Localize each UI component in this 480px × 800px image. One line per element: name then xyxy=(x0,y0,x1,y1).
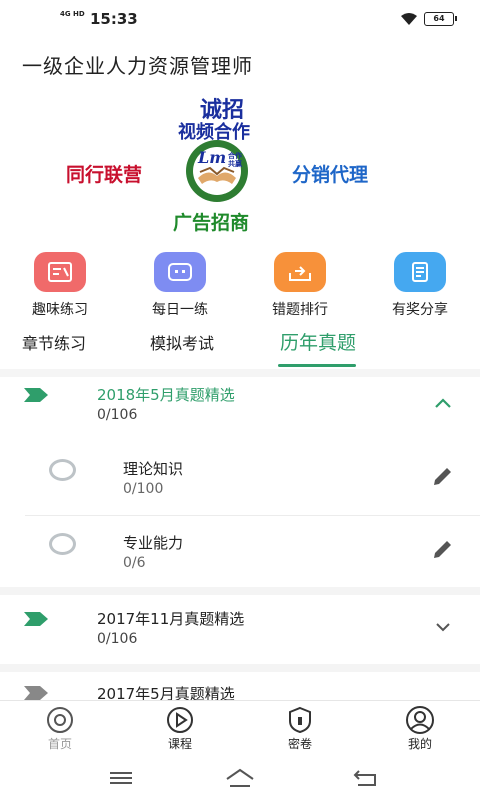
item-title: 专业能力 xyxy=(123,534,184,552)
progress-circle-icon xyxy=(49,533,76,555)
system-navigation-bar xyxy=(0,756,480,800)
lock-shield-icon xyxy=(289,706,311,734)
shortcut-label: 趣味练习 xyxy=(32,302,88,318)
tab-chapter-practice[interactable]: 章节练习 xyxy=(22,330,86,354)
play-icon xyxy=(167,707,193,733)
fun-practice-icon xyxy=(34,252,86,292)
menu-icon[interactable] xyxy=(108,770,134,786)
promo-banner[interactable]: 诚招 视频合作 同行联营 分销代理 广告招商 Lm 合作共赢 xyxy=(60,88,420,238)
nav-label: 密卷 xyxy=(287,737,312,751)
section-count: 0/106 xyxy=(97,631,138,647)
shortcut-fun-practice[interactable]: 趣味练习 xyxy=(5,252,115,318)
section-header-2017-11[interactable]: 2017年11月真题精选 0/106 xyxy=(0,597,480,661)
nav-label: 我的 xyxy=(407,737,432,751)
active-tab-indicator xyxy=(278,364,356,367)
nav-course[interactable]: 课程 xyxy=(120,701,240,757)
chevron-up-icon[interactable] xyxy=(434,397,452,409)
divider xyxy=(0,587,480,595)
section-header-2018-05[interactable]: 2018年5月真题精选 0/106 xyxy=(0,377,480,437)
item-title: 理论知识 xyxy=(123,460,184,478)
wrong-ranking-icon xyxy=(274,252,326,292)
shortcut-label: 错题排行 xyxy=(272,302,328,318)
nav-secret-paper[interactable]: 密卷 xyxy=(240,701,360,757)
banner-logo-sub: 合作共赢 xyxy=(228,151,242,168)
list-item[interactable]: 理论知识 0/100 xyxy=(0,447,480,513)
item-count: 0/6 xyxy=(123,555,146,571)
section-title: 2018年5月真题精选 xyxy=(97,386,235,404)
progress-circle-icon xyxy=(49,459,76,481)
section-count: 0/106 xyxy=(97,407,138,423)
divider xyxy=(0,369,480,377)
shortcut-daily-practice[interactable]: 每日一练 xyxy=(125,252,235,318)
item-count: 0/100 xyxy=(123,481,164,497)
banner-bottom-text: 广告招商 xyxy=(173,212,250,234)
home-button-icon[interactable] xyxy=(224,768,256,788)
divider xyxy=(0,664,480,672)
clock: 15:33 xyxy=(90,10,138,28)
banner-right-text: 分销代理 xyxy=(292,164,369,186)
pencil-icon[interactable] xyxy=(430,540,456,562)
tab-mock-exam[interactable]: 模拟考试 xyxy=(150,330,214,354)
user-icon xyxy=(406,706,434,734)
pencil-icon[interactable] xyxy=(430,467,456,489)
bottom-navigation: 首页 课程 密卷 我的 xyxy=(0,700,480,756)
home-icon xyxy=(47,707,73,733)
nav-label: 课程 xyxy=(167,737,192,751)
status-bar: 4G HD 15:33 64 xyxy=(0,0,480,38)
tab-past-exams[interactable]: 历年真题 xyxy=(280,328,356,355)
divider xyxy=(25,515,480,516)
network-indicator: 4G HD xyxy=(60,10,85,18)
flag-icon xyxy=(24,388,48,402)
wifi-icon xyxy=(401,13,417,25)
shortcut-label: 每日一练 xyxy=(152,302,208,318)
shortcut-share-reward[interactable]: 有奖分享 xyxy=(365,252,475,318)
list-item[interactable]: 专业能力 0/6 xyxy=(0,520,480,586)
nav-mine[interactable]: 我的 xyxy=(360,701,480,757)
section-title: 2017年11月真题精选 xyxy=(97,610,245,628)
nav-home[interactable]: 首页 xyxy=(0,701,120,757)
banner-left-text: 同行联营 xyxy=(66,164,143,186)
flag-icon xyxy=(24,686,48,700)
chevron-down-icon[interactable] xyxy=(434,621,452,633)
battery-icon: 64 xyxy=(424,12,457,26)
nav-label: 首页 xyxy=(47,737,72,751)
shortcut-wrong-ranking[interactable]: 错题排行 xyxy=(245,252,355,318)
daily-practice-icon xyxy=(154,252,206,292)
back-icon[interactable] xyxy=(352,769,378,787)
flag-icon xyxy=(24,612,48,626)
banner-logo-text: Lm xyxy=(198,148,227,167)
page-title: 一级企业人力资源管理师 xyxy=(22,54,253,78)
share-reward-icon xyxy=(394,252,446,292)
shortcut-label: 有奖分享 xyxy=(392,302,448,318)
